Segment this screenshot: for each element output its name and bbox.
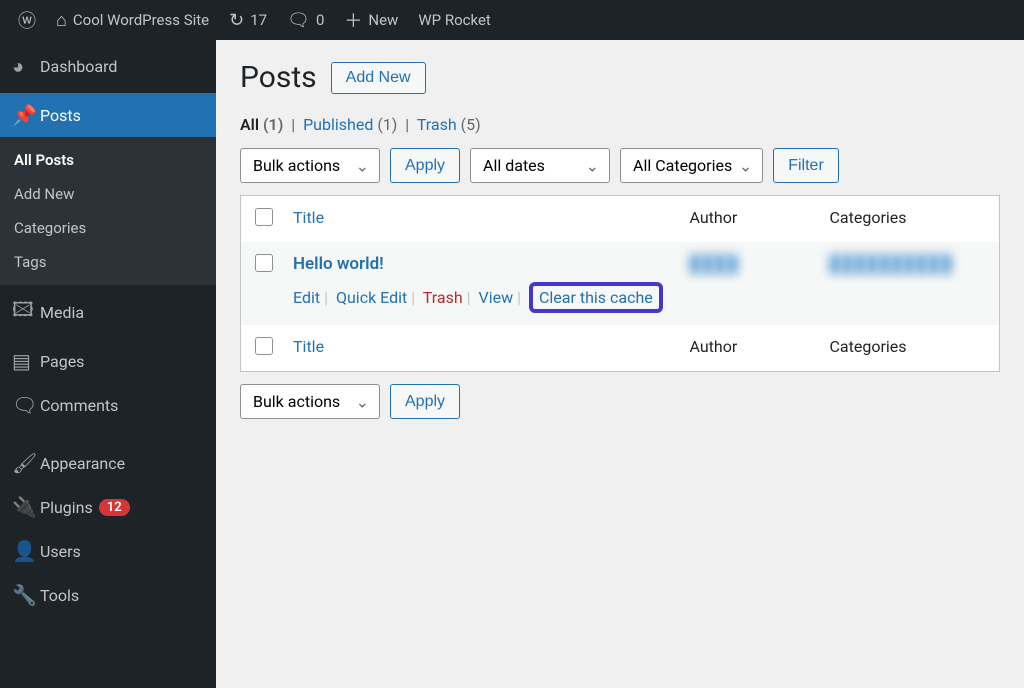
plugins-badge: 12 <box>99 499 130 516</box>
author-blurred: ████ <box>690 254 739 273</box>
brush-icon: 🖌 <box>12 451 40 475</box>
menu-appearance[interactable]: 🖌Appearance <box>0 441 216 485</box>
home-icon: ⌂ <box>56 10 67 31</box>
media-icon: 🖾 <box>12 295 40 329</box>
update-icon: ↻ <box>229 10 244 31</box>
row-checkbox[interactable] <box>255 254 273 272</box>
wordpress-icon: ⓦ <box>18 7 36 33</box>
col-author[interactable]: Author <box>680 196 820 243</box>
page-header: Posts Add New <box>240 60 1000 95</box>
action-view[interactable]: View <box>479 288 514 307</box>
filter-all[interactable]: All (1) <box>240 115 283 134</box>
clear-cache-highlight: Clear this cache <box>529 282 663 313</box>
dashboard-icon: ◕ <box>12 54 40 79</box>
post-title-link[interactable]: Hello world! <box>293 254 384 274</box>
menu-users[interactable]: 👤Users <box>0 529 216 573</box>
menu-comments[interactable]: 🗨Comments <box>0 383 216 427</box>
row-actions: Edit| Quick Edit| Trash| View| Clear thi… <box>293 282 670 313</box>
menu-plugins[interactable]: 🔌Plugins12 <box>0 485 216 529</box>
table-row: Hello world! Edit| Quick Edit| Trash| Vi… <box>241 242 1000 325</box>
comments-link[interactable]: 🗨0 <box>277 0 334 40</box>
action-edit[interactable]: Edit <box>293 288 320 307</box>
pin-icon: 📌 <box>12 103 40 127</box>
menu-dashboard[interactable]: ◕Dashboard <box>0 40 216 93</box>
submenu-add-new[interactable]: Add New <box>0 177 216 211</box>
add-new-button[interactable]: Add New <box>331 62 426 94</box>
menu-separator <box>0 427 216 441</box>
submenu-tags[interactable]: Tags <box>0 245 216 279</box>
filter-trash[interactable]: Trash (5) <box>417 115 481 134</box>
updates-link[interactable]: ↻ 17 <box>219 0 277 40</box>
post-status-filters: All (1) | Published (1) | Trash (5) <box>240 115 1000 134</box>
col-categories-foot[interactable]: Categories <box>820 325 1000 372</box>
menu-tools[interactable]: 🔧Tools <box>0 573 216 617</box>
select-all-checkbox[interactable] <box>255 208 273 226</box>
chevron-down-icon: ⌄ <box>586 156 599 175</box>
wprocket-link[interactable]: WP Rocket <box>408 0 500 40</box>
chevron-down-icon: ⌄ <box>356 156 369 175</box>
wp-logo[interactable]: ⓦ <box>8 0 46 40</box>
submenu-all-posts[interactable]: All Posts <box>0 143 216 177</box>
menu-posts[interactable]: 📌Posts <box>0 93 216 137</box>
chevron-down-icon: ⌄ <box>739 156 752 175</box>
select-all-checkbox-foot[interactable] <box>255 337 273 355</box>
action-clear-cache[interactable]: Clear this cache <box>539 288 653 307</box>
categories-blurred: ██████████ <box>830 254 953 273</box>
categories-select[interactable]: All Categories⌄ <box>620 148 763 183</box>
menu-media[interactable]: 🖾Media <box>0 285 216 339</box>
action-quick-edit[interactable]: Quick Edit <box>336 288 407 307</box>
bulk-actions-select-bottom[interactable]: Bulk actions⌄ <box>240 384 380 419</box>
plus-icon: ＋ <box>344 7 362 33</box>
comments-count: 0 <box>316 11 324 29</box>
site-link[interactable]: ⌂ Cool WordPress Site <box>46 0 219 40</box>
updates-count: 17 <box>250 11 267 29</box>
wprocket-label: WP Rocket <box>418 11 490 29</box>
site-name: Cool WordPress Site <box>73 11 209 29</box>
dates-select[interactable]: All dates⌄ <box>470 148 610 183</box>
action-trash[interactable]: Trash <box>423 288 463 307</box>
col-author-foot[interactable]: Author <box>680 325 820 372</box>
menu-pages[interactable]: ▤Pages <box>0 339 216 383</box>
admin-bar: ⓦ ⌂Cool WordPress Site ↻17 🗨0 ＋New WP Ro… <box>0 0 1024 40</box>
new-link[interactable]: ＋ New <box>334 0 408 40</box>
content-area: Posts Add New All (1) | Published (1) | … <box>216 40 1024 688</box>
chevron-down-icon: ⌄ <box>356 392 369 411</box>
apply-button-top[interactable]: Apply <box>390 148 460 183</box>
comment-icon: 🗨 <box>12 393 40 417</box>
page-icon: ▤ <box>12 349 40 373</box>
admin-sidebar: ◕Dashboard 📌Posts All Posts Add New Cate… <box>0 40 216 688</box>
submenu-categories[interactable]: Categories <box>0 211 216 245</box>
filter-published[interactable]: Published (1) <box>303 115 397 134</box>
page-title: Posts <box>240 60 317 95</box>
bulk-actions-select[interactable]: Bulk actions⌄ <box>240 148 380 183</box>
col-title[interactable]: Title <box>283 196 680 243</box>
comment-icon: 🗨 <box>287 10 310 31</box>
tablenav-bottom: Bulk actions⌄ Apply <box>240 384 1000 419</box>
new-label: New <box>368 11 398 29</box>
posts-table: Title Author Categories Hello world! Edi… <box>240 195 1000 372</box>
wrench-icon: 🔧 <box>12 583 40 607</box>
posts-submenu: All Posts Add New Categories Tags <box>0 137 216 285</box>
apply-button-bottom[interactable]: Apply <box>390 384 460 419</box>
plug-icon: 🔌 <box>12 495 40 519</box>
col-title-foot[interactable]: Title <box>283 325 680 372</box>
user-icon: 👤 <box>12 539 40 563</box>
tablenav-top: Bulk actions⌄ Apply All dates⌄ All Categ… <box>240 148 1000 183</box>
filter-button[interactable]: Filter <box>773 148 839 183</box>
col-categories[interactable]: Categories <box>820 196 1000 243</box>
